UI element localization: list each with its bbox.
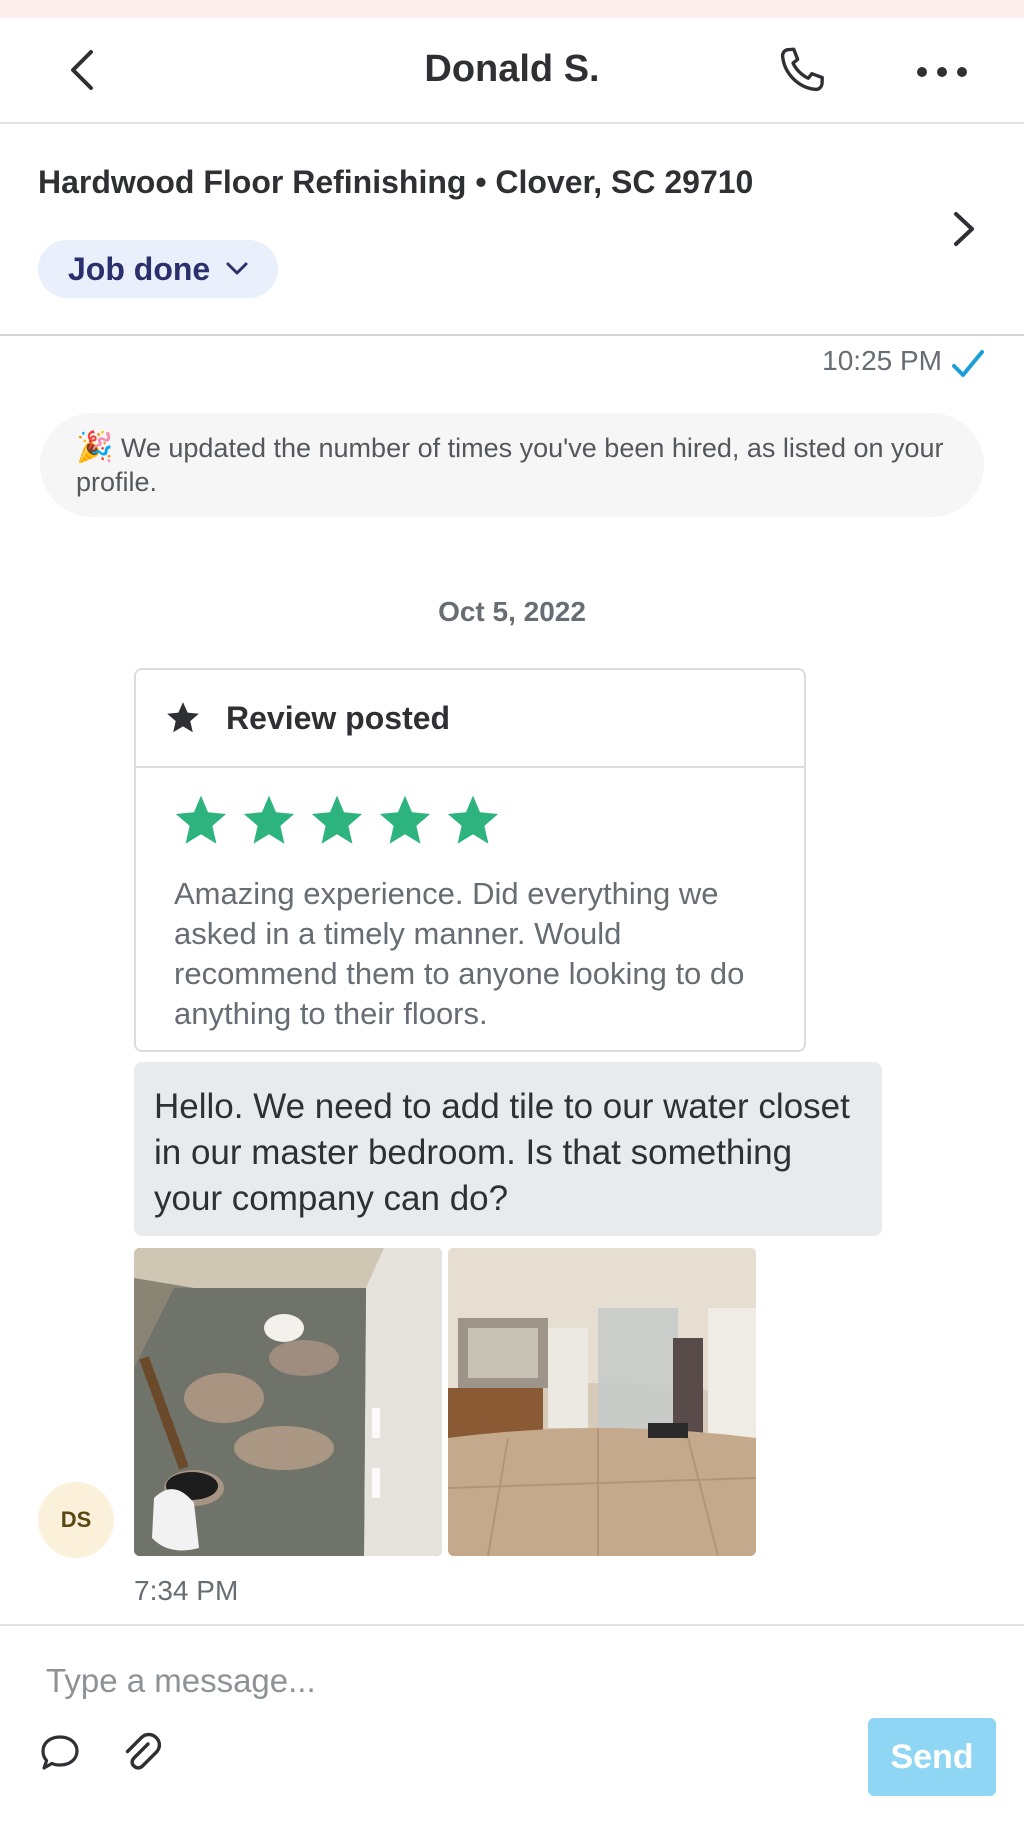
job-title: Hardwood Floor Refinishing • Clover, SC … [38, 164, 754, 200]
attach-button[interactable] [118, 1730, 166, 1778]
message-input[interactable] [46, 1656, 806, 1706]
master-bathroom-photo[interactable] [448, 1248, 756, 1556]
chat-bubble-icon [41, 1735, 79, 1770]
conversation-header: Donald S. [0, 18, 1024, 124]
message-composer: Send [0, 1624, 1024, 1823]
star-rating [172, 792, 502, 850]
checkmark-icon [952, 350, 984, 377]
review-card: Review posted Amazing experience. Did ev… [134, 668, 806, 1052]
message-timestamp: 7:34 PM [134, 1575, 239, 1606]
rating-star-icon [243, 795, 295, 844]
contact-name: Donald S. [424, 48, 600, 90]
bathroom-floor-photo[interactable] [134, 1248, 442, 1556]
status-strip [0, 0, 1024, 18]
more-dots-icon [917, 67, 967, 77]
master-bathroom-image [448, 1248, 756, 1556]
rating-star-icon [175, 795, 227, 844]
bathroom-floor-image [134, 1248, 442, 1556]
avatar[interactable]: DS [38, 1482, 114, 1558]
review-card-header: Review posted [136, 670, 804, 768]
rating-star-icon [311, 795, 363, 844]
review-text: Amazing experience. Did everything we as… [174, 876, 745, 1031]
job-status-label: Job done [68, 250, 211, 287]
rating-star-icon [447, 795, 499, 844]
review-title: Review posted [226, 699, 451, 736]
call-button[interactable] [772, 42, 830, 100]
party-popper-icon: 🎉 [76, 431, 114, 464]
system-notice-text: We updated the number of times you've be… [76, 433, 944, 497]
avatar-initials: DS [60, 1507, 92, 1532]
message-timestamp: 10:25 PM [822, 345, 942, 376]
star-icon [167, 702, 199, 733]
incoming-message-bubble: Hello. We need to add tile to our water … [134, 1062, 882, 1236]
job-status-dropdown[interactable]: Job done [38, 240, 279, 298]
more-options-button[interactable] [914, 54, 970, 90]
chevron-down-icon [226, 262, 248, 275]
system-notice: 🎉 We updated the number of times you've … [40, 413, 984, 517]
send-button[interactable]: Send [868, 1718, 996, 1796]
phone-icon [780, 47, 824, 92]
rating-star-icon [379, 795, 431, 844]
paperclip-icon [125, 1732, 162, 1770]
message-text: Hello. We need to add tile to our water … [154, 1087, 850, 1218]
date-divider: Oct 5, 2022 [438, 596, 586, 627]
job-details-bar[interactable]: Hardwood Floor Refinishing • Clover, SC … [0, 124, 1024, 336]
chevron-right-icon[interactable] [946, 204, 984, 254]
quick-replies-button[interactable] [38, 1732, 82, 1776]
